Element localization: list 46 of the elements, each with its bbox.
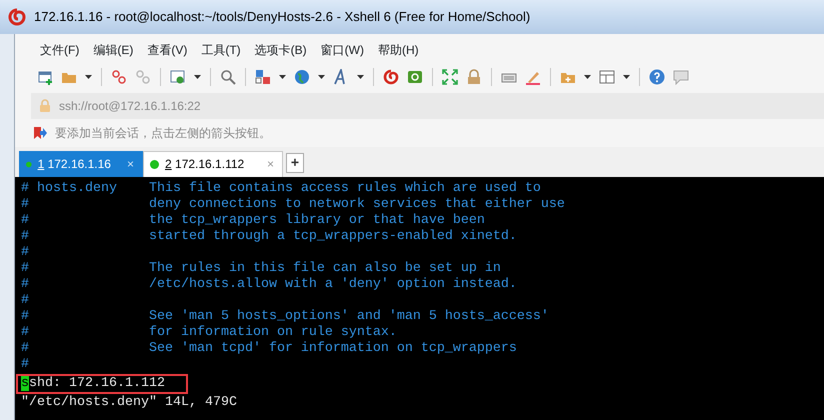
terminal-line: # See 'man tcpd' for information on tcp_wrappers (21, 340, 518, 357)
terminal-line: sshd: 172.16.1.112 (21, 376, 166, 392)
globe-icon[interactable] (294, 68, 310, 85)
terminal-line: # (21, 244, 30, 261)
terminal-line: # started through a tcp_wrappers-enabled xinetd. (21, 228, 518, 245)
caret-icon[interactable] (85, 74, 92, 79)
caret-icon[interactable] (279, 74, 286, 79)
app-logo-icon (8, 8, 26, 26)
terminal-line: # for information on rule syntax. (21, 324, 398, 341)
bookmark-arrow-icon[interactable] (33, 126, 47, 140)
menu-item[interactable]: 窗口(W) (314, 38, 371, 62)
terminal-line: # The rules in this file can also be set up in (21, 260, 502, 277)
terminal-line: # See 'man 5 hosts_options' and 'man 5 hosts_access' (21, 308, 550, 325)
menu-item[interactable]: 选项卡(B) (248, 38, 314, 62)
terminal-line: # hosts.deny This file contains access rules which are used to (21, 180, 542, 197)
caret-icon[interactable] (318, 74, 325, 79)
terminal-line: # (21, 356, 30, 373)
status-dot-icon (150, 160, 159, 169)
help-icon[interactable] (649, 68, 665, 85)
new-session-icon[interactable] (37, 68, 53, 85)
caret-icon[interactable] (584, 74, 591, 79)
menu-item[interactable]: 帮助(H) (370, 38, 426, 62)
terminal-line: # the tcp_wrappers library or that have been (21, 212, 486, 229)
menu-item[interactable]: 工具(T) (194, 38, 248, 62)
search-icon[interactable] (220, 68, 236, 85)
terminal-line: "/etc/hosts.deny" 14L, 479C (21, 394, 238, 411)
lock-icon[interactable] (466, 68, 482, 85)
menu-item[interactable]: 查看(V) (140, 38, 194, 62)
menu-item[interactable]: 编辑(E) (86, 38, 140, 62)
status-dot-icon (26, 160, 32, 169)
caret-icon[interactable] (357, 74, 364, 79)
menu-item[interactable]: 文件(F) (33, 38, 86, 62)
new-tab-button[interactable]: + (286, 152, 304, 173)
terminal-line: # /etc/hosts.allow with a 'deny' option instead. (21, 276, 518, 293)
layout-icon[interactable] (599, 68, 615, 85)
session-tab[interactable]: 2 172.16.1.112 × (143, 150, 283, 177)
spiral-icon[interactable] (383, 68, 399, 85)
session-tab[interactable]: 1 172.16.1.16 × (19, 150, 143, 177)
fullscreen-icon[interactable] (442, 68, 458, 85)
window-title: 172.16.1.16 - root@localhost:~/tools/DenyHosts-2.6 - Xshell 6 (Free for Home/School) (34, 8, 530, 26)
terminal-line: # (21, 292, 30, 309)
terminal-line: # deny connections to network services that either use (21, 196, 566, 213)
caret-icon[interactable] (194, 74, 201, 79)
caret-icon[interactable] (623, 74, 630, 79)
session-hint: 要添加当前会话，点击左侧的箭头按钮。 (55, 125, 271, 142)
chat-icon[interactable] (673, 68, 689, 85)
